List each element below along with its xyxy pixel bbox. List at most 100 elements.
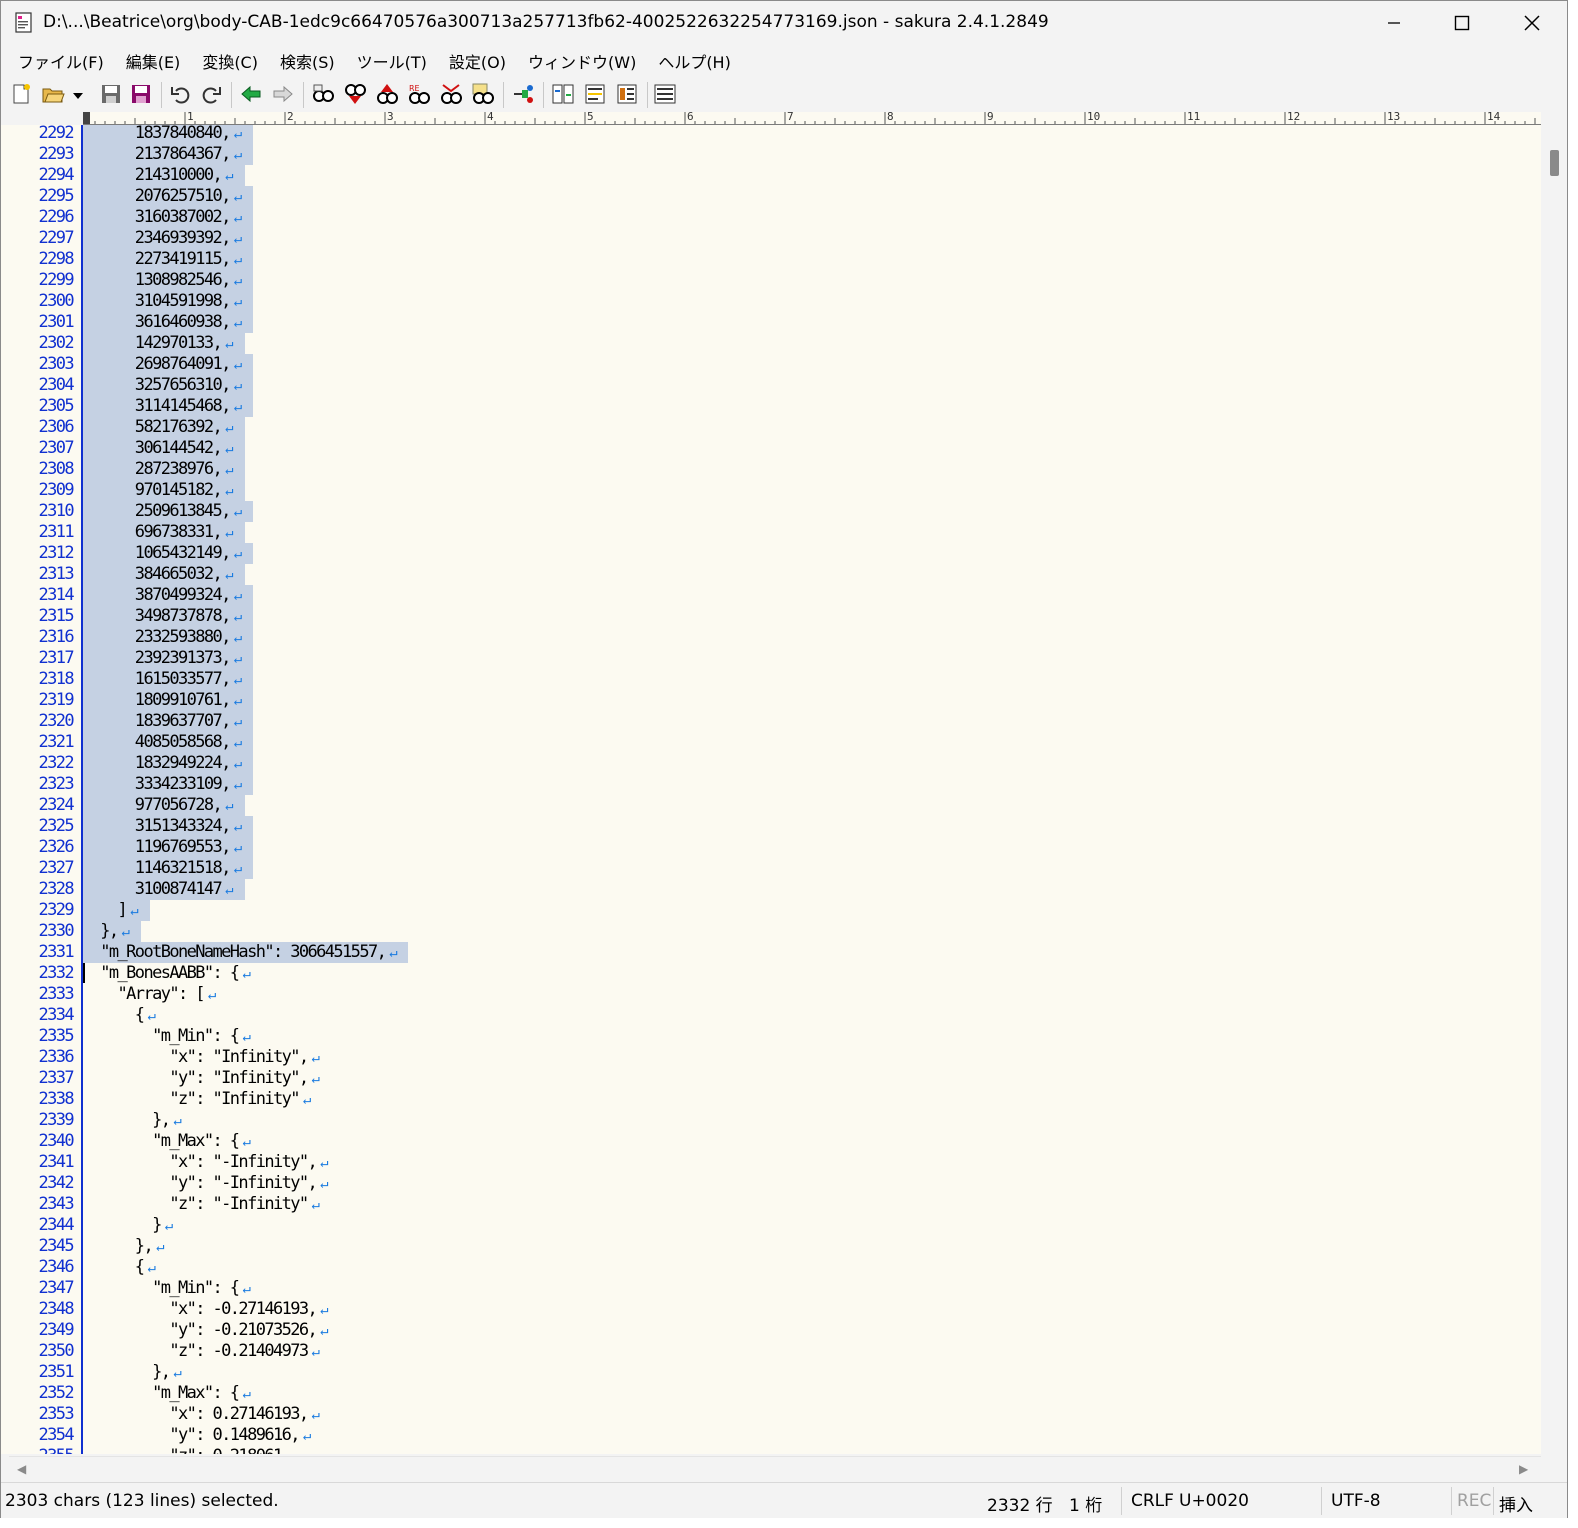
- code-line[interactable]: "y": -0.21073526, ↵: [83, 1320, 328, 1341]
- code-line[interactable]: "m_RootBoneNameHash": 3066451557, ↵: [83, 942, 397, 963]
- vertical-scroll-thumb[interactable]: [1550, 150, 1559, 176]
- encoding[interactable]: UTF-8: [1331, 1491, 1381, 1511]
- code-line[interactable]: "x": "Infinity", ↵: [83, 1047, 320, 1068]
- menu-tools[interactable]: ツール(T): [346, 49, 438, 73]
- title-bar[interactable]: D:\...\Beatrice\org\body-CAB-1edc9c66470…: [1, 1, 1567, 45]
- code-line[interactable]: 1146321518, ↵: [83, 858, 242, 879]
- undo-icon[interactable]: [169, 82, 193, 106]
- text-area[interactable]: 1837840840, ↵ 2137864367, ↵ 214310000, ↵ 20…: [83, 125, 1541, 1454]
- code-line[interactable]: ] ↵: [83, 900, 139, 921]
- compare-icon[interactable]: [551, 82, 575, 106]
- code-line[interactable]: 2346939392, ↵: [83, 228, 242, 249]
- code-line[interactable]: 1839637707, ↵: [83, 711, 242, 732]
- scroll-right-icon[interactable]: ▶: [1519, 1462, 1528, 1476]
- menu-file[interactable]: ファイル(F): [7, 49, 115, 73]
- code-line[interactable]: 306144542, ↵: [83, 438, 234, 459]
- code-line[interactable]: 384665032, ↵: [83, 564, 234, 585]
- menu-window[interactable]: ウィンドウ(W): [517, 49, 647, 73]
- regex-search-icon[interactable]: RE: [407, 82, 431, 106]
- code-line[interactable]: 1065432149, ↵: [83, 543, 242, 564]
- code-line[interactable]: "z": -0.21404973 ↵: [83, 1341, 320, 1362]
- code-line[interactable]: } ↵: [83, 1215, 173, 1236]
- code-line[interactable]: 214310000, ↵: [83, 165, 234, 186]
- code-line[interactable]: 582176392, ↵: [83, 417, 234, 438]
- jump-back-icon[interactable]: [239, 82, 263, 106]
- grep-icon[interactable]: [471, 82, 495, 106]
- menu-settings[interactable]: 設定(O): [438, 49, 517, 73]
- code-line[interactable]: 1837840840, ↵: [83, 125, 242, 144]
- menu-help[interactable]: ヘルプ(H): [647, 49, 742, 73]
- save-all-icon[interactable]: [129, 82, 153, 106]
- code-line[interactable]: "m_Max": {↵: [83, 1131, 251, 1152]
- code-line[interactable]: 2137864367, ↵: [83, 144, 242, 165]
- code-line[interactable]: "z": "-Infinity" ↵: [83, 1194, 320, 1215]
- code-line[interactable]: 3160387002, ↵: [83, 207, 242, 228]
- menu-convert[interactable]: 変換(C): [191, 49, 269, 73]
- code-line[interactable]: }, ↵: [83, 1362, 182, 1383]
- code-line[interactable]: "y": "-Infinity", ↵: [83, 1173, 328, 1194]
- code-line[interactable]: 4085058568, ↵: [83, 732, 242, 753]
- code-line[interactable]: 2332593880, ↵: [83, 627, 242, 648]
- code-line[interactable]: 3334233109, ↵: [83, 774, 242, 795]
- code-line[interactable]: "m_Max": {↵: [83, 1383, 251, 1404]
- code-line[interactable]: 2076257510, ↵: [83, 186, 242, 207]
- tag-jump-icon[interactable]: [583, 82, 607, 106]
- jump-forward-icon[interactable]: [271, 82, 295, 106]
- code-line[interactable]: 287238976, ↵: [83, 459, 234, 480]
- code-line[interactable]: }, ↵: [83, 921, 130, 942]
- redo-icon[interactable]: [199, 82, 223, 106]
- vertical-scrollbar[interactable]: [1541, 112, 1567, 1454]
- code-line[interactable]: 1196769553, ↵: [83, 837, 242, 858]
- maximize-button[interactable]: [1427, 1, 1497, 45]
- code-line[interactable]: 142970133, ↵: [83, 333, 234, 354]
- outline-icon[interactable]: [511, 82, 535, 106]
- search-next-icon[interactable]: [375, 82, 399, 106]
- menu-search[interactable]: 検索(S): [269, 49, 346, 73]
- code-line[interactable]: 3498737878, ↵: [83, 606, 242, 627]
- code-line[interactable]: 1615033577, ↵: [83, 669, 242, 690]
- code-line[interactable]: 1308982546, ↵: [83, 270, 242, 291]
- code-line[interactable]: 696738331, ↵: [83, 522, 234, 543]
- eol-code[interactable]: CRLF: [1131, 1491, 1174, 1511]
- code-line[interactable]: {↵: [83, 1005, 156, 1026]
- code-line[interactable]: "m_BonesAABB": {↵: [83, 963, 251, 984]
- code-line[interactable]: 1809910761, ↵: [83, 690, 242, 711]
- code-line[interactable]: 3151343324, ↵: [83, 816, 242, 837]
- code-line[interactable]: 2698764091, ↵: [83, 354, 242, 375]
- open-file-icon[interactable]: [41, 82, 65, 106]
- code-line[interactable]: 1832949224, ↵: [83, 753, 242, 774]
- code-line[interactable]: "z": 0.218061↵: [83, 1446, 294, 1454]
- code-line[interactable]: 3257656310, ↵: [83, 375, 242, 396]
- code-line[interactable]: 2392391373, ↵: [83, 648, 242, 669]
- settings-list-icon[interactable]: [653, 82, 677, 106]
- code-line[interactable]: "z": "Infinity" ↵: [83, 1089, 311, 1110]
- code-line[interactable]: "Array": [↵: [83, 984, 217, 1005]
- menu-edit[interactable]: 編集(E): [115, 49, 192, 73]
- minimize-button[interactable]: [1359, 1, 1429, 45]
- code-line[interactable]: 2273419115, ↵: [83, 249, 242, 270]
- code-line[interactable]: 3104591998, ↵: [83, 291, 242, 312]
- code-line[interactable]: 3870499324, ↵: [83, 585, 242, 606]
- code-line[interactable]: }, ↵: [83, 1236, 165, 1257]
- horizontal-scrollbar[interactable]: ◀ ▶: [9, 1456, 1541, 1480]
- code-line[interactable]: "m_Min": {↵: [83, 1026, 251, 1047]
- save-icon[interactable]: [99, 82, 123, 106]
- code-line[interactable]: "y": 0.1489616, ↵: [83, 1425, 311, 1446]
- code-line[interactable]: 3616460938, ↵: [83, 312, 242, 333]
- code-line[interactable]: 3100874147 ↵: [83, 879, 234, 900]
- code-line[interactable]: "y": "Infinity", ↵: [83, 1068, 320, 1089]
- code-line[interactable]: {↵: [83, 1257, 156, 1278]
- code-line[interactable]: "x": -0.27146193, ↵: [83, 1299, 328, 1320]
- code-line[interactable]: 3114145468, ↵: [83, 396, 242, 417]
- code-line[interactable]: "x": 0.27146193, ↵: [83, 1404, 320, 1425]
- search-prev-icon[interactable]: [343, 82, 367, 106]
- open-dropdown-icon[interactable]: [69, 82, 87, 106]
- search-icon[interactable]: [311, 82, 335, 106]
- function-list-icon[interactable]: [615, 82, 639, 106]
- code-line[interactable]: "m_Min": {↵: [83, 1278, 251, 1299]
- code-line[interactable]: "x": "-Infinity", ↵: [83, 1152, 328, 1173]
- code-line[interactable]: 977056728, ↵: [83, 795, 234, 816]
- insert-mode[interactable]: 挿入: [1499, 1491, 1533, 1516]
- code-line[interactable]: 2509613845, ↵: [83, 501, 242, 522]
- new-file-icon[interactable]: [9, 82, 33, 106]
